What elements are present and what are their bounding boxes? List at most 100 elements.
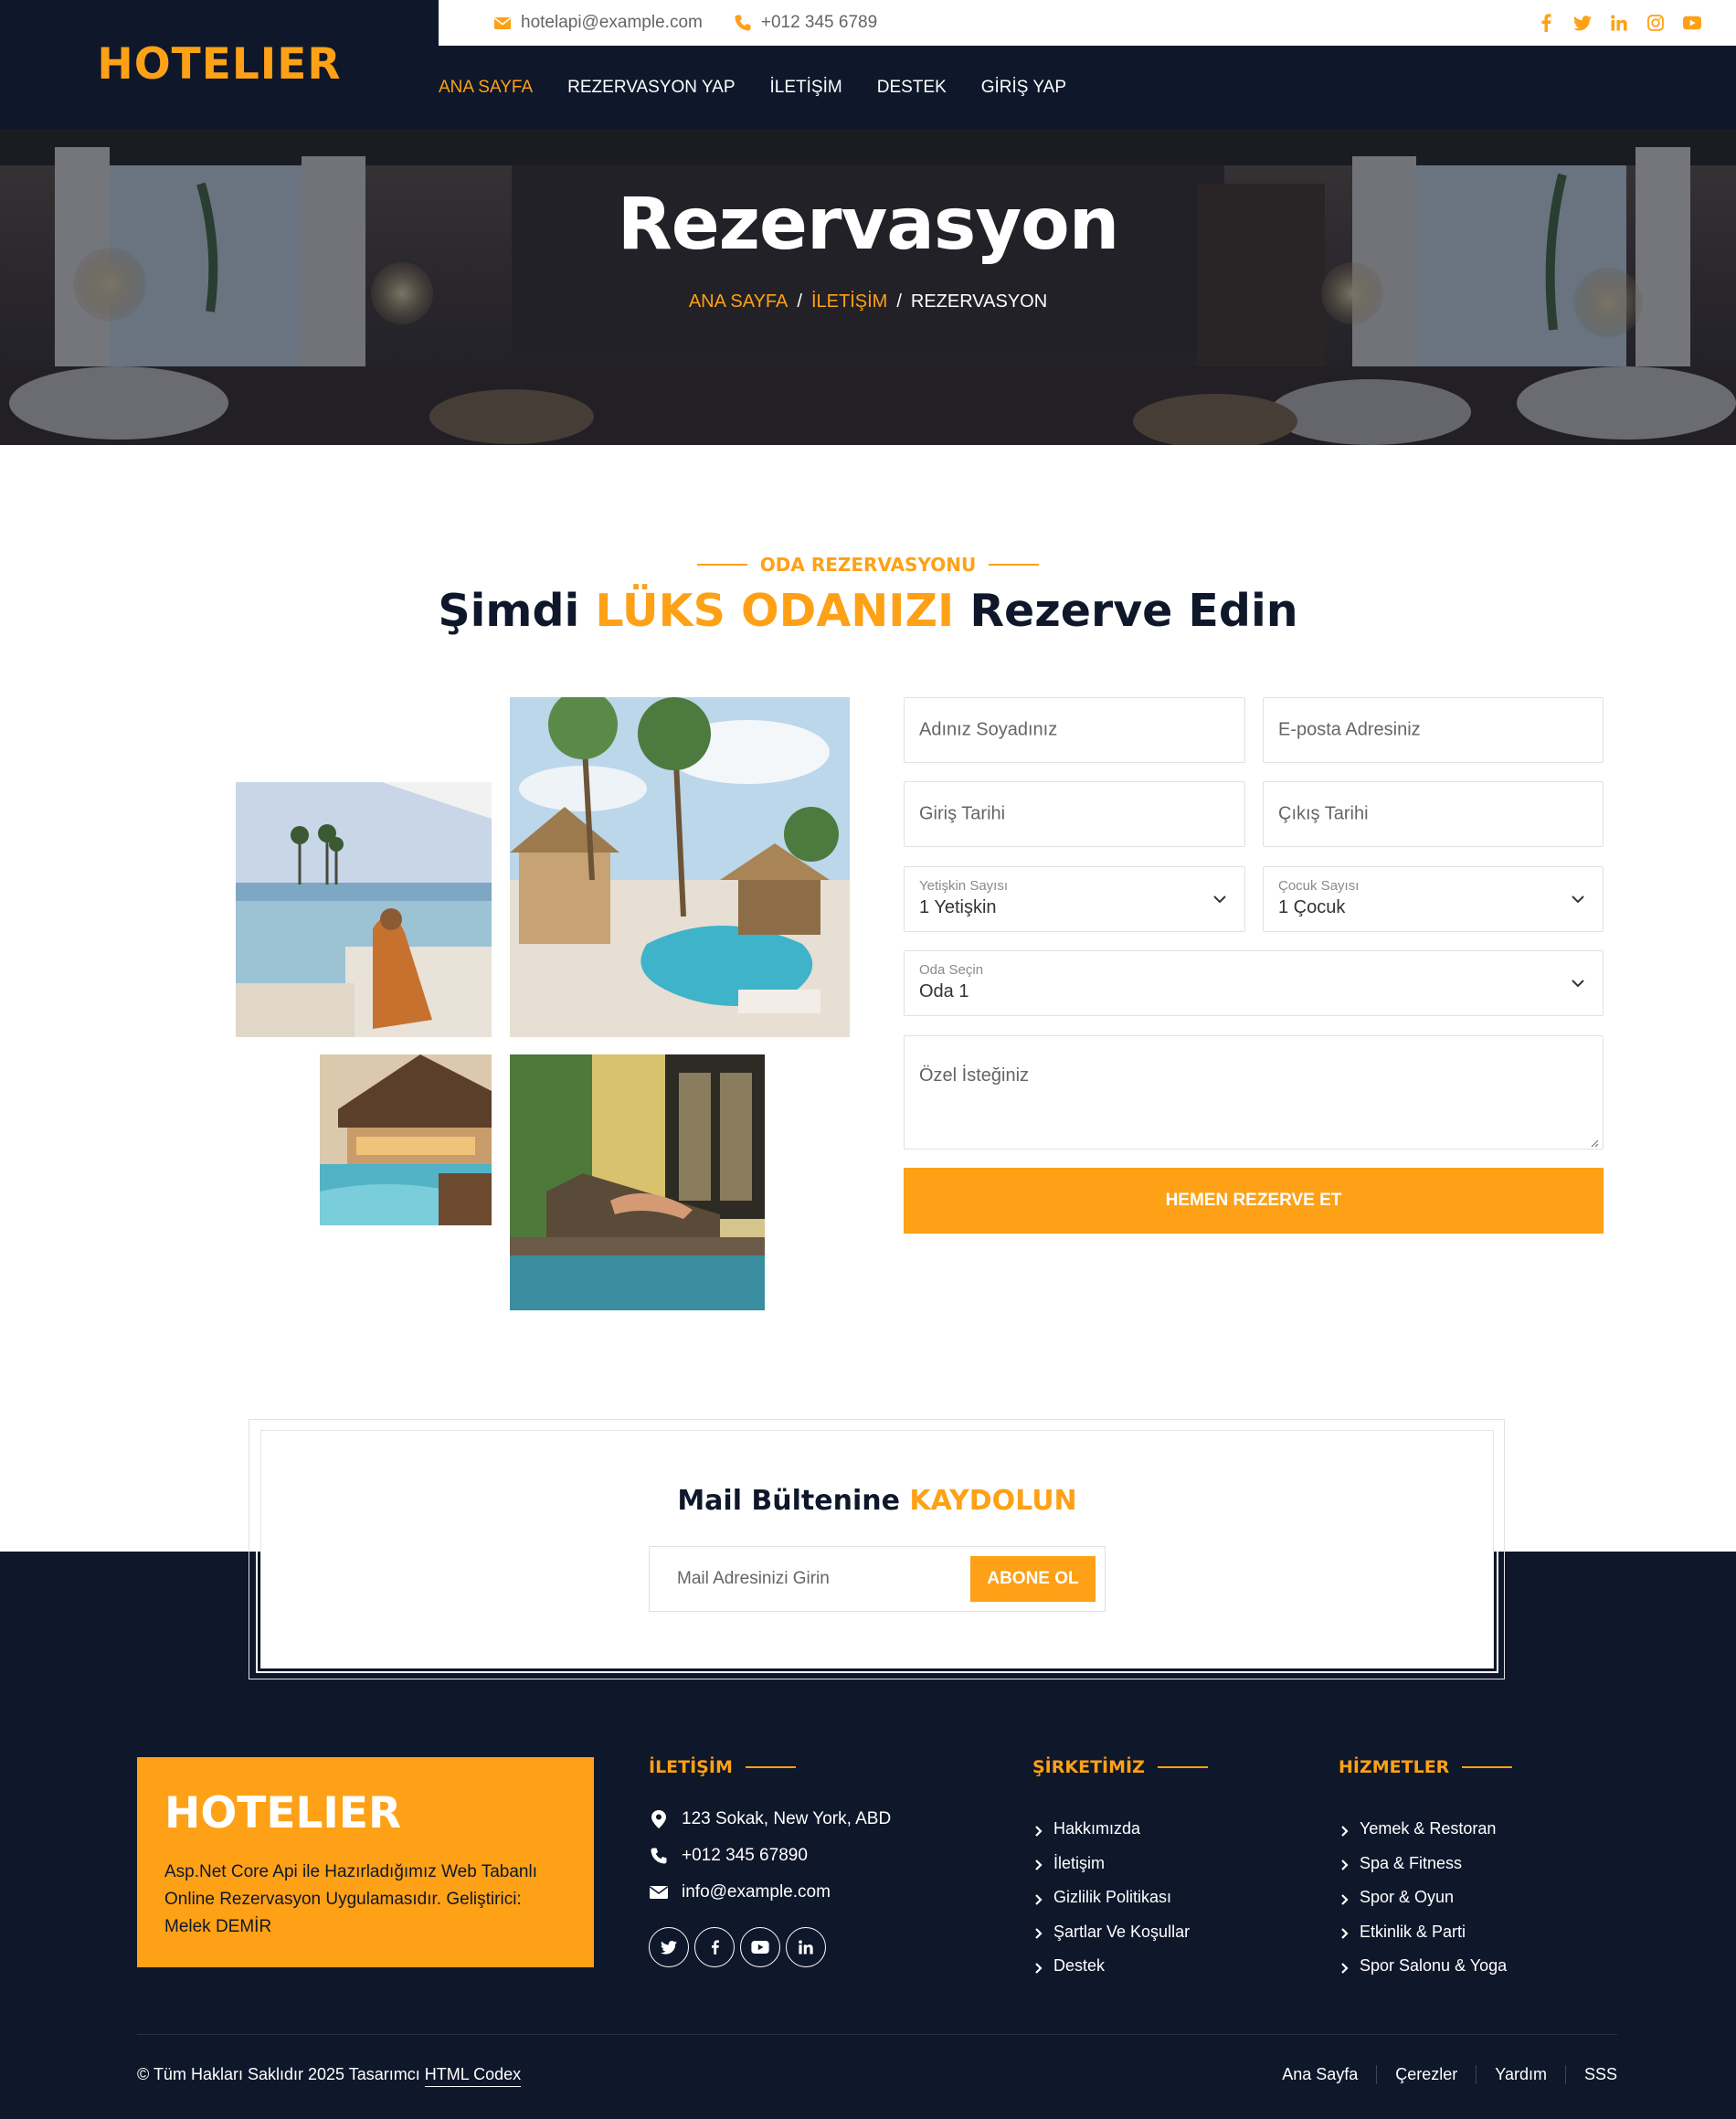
adults-label: Yetişkin Sayısı — [919, 878, 1008, 894]
children-label: Çocuk Sayısı — [1278, 878, 1360, 894]
newsletter-title-pre: Mail Bültenine — [677, 1485, 900, 1517]
section-title: Şimdi LÜKS ODANIZI Rezerve Edin — [0, 585, 1736, 637]
footer-link-label: Spor & Oyun — [1360, 1888, 1455, 1907]
nav-item-login[interactable]: GİRİŞ YAP — [981, 78, 1066, 98]
chevron-down-icon — [1570, 975, 1586, 991]
gallery-image-resort-pool — [510, 697, 850, 1037]
twitter-icon[interactable] — [1573, 14, 1592, 32]
checkin-date-field[interactable]: Giriş Tarihi — [904, 781, 1245, 847]
footer-link-sports[interactable]: Spor & Oyun — [1339, 1881, 1507, 1915]
newsletter-placeholder: Mail Adresinizi Girin — [677, 1569, 830, 1588]
site-logo[interactable]: HOTELIER — [97, 39, 341, 90]
topbar: hotelapi@example.com +012 345 6789 — [439, 0, 1736, 46]
nav-item-home[interactable]: ANA SAYFA — [439, 78, 533, 98]
children-select[interactable]: Çocuk Sayısı 1 Çocuk — [1263, 866, 1604, 932]
chevron-right-icon — [1032, 1891, 1045, 1905]
name-placeholder: Adınız Soyadınız — [919, 719, 1058, 740]
nav-item-reservation[interactable]: REZERVASYON YAP — [567, 78, 735, 98]
bottom-link-cookies[interactable]: Çerezler — [1376, 2065, 1476, 2084]
phone-icon — [649, 1846, 669, 1866]
envelope-icon — [493, 14, 512, 32]
newsletter-title-accent: KAYDOLUN — [909, 1485, 1077, 1517]
brand-block[interactable]: HOTELIER — [0, 0, 439, 129]
breadcrumb-current: REZERVASYON — [910, 291, 1048, 312]
breadcrumb-contact[interactable]: İLETİŞİM — [811, 291, 887, 312]
footer-divider — [137, 2034, 1617, 2035]
section-title-post: Rezerve Edin — [969, 585, 1298, 637]
footer-phone[interactable]: +012 345 67890 — [649, 1846, 808, 1866]
footer-link-privacy[interactable]: Gizlilik Politikası — [1032, 1881, 1190, 1915]
footer-link-contact[interactable]: İletişim — [1032, 1847, 1190, 1881]
youtube-icon[interactable] — [1683, 14, 1701, 32]
footer-link-label: Gizlilik Politikası — [1053, 1888, 1172, 1907]
footer-contact-heading: İLETİŞİM — [649, 1757, 796, 1777]
footer-link-restaurant[interactable]: Yemek & Restoran — [1339, 1812, 1507, 1847]
room-label: Oda Seçin — [919, 962, 984, 978]
gallery-image-sunbathing — [510, 1054, 765, 1310]
chevron-right-icon — [1339, 1857, 1351, 1871]
envelope-icon — [649, 1882, 669, 1902]
footer-link-terms[interactable]: Şartlar Ve Koşullar — [1032, 1915, 1190, 1950]
footer-services-links: Yemek & Restoran Spa & Fitness Spor & Oy… — [1339, 1812, 1507, 1984]
bottom-link-home[interactable]: Ana Sayfa — [1264, 2065, 1376, 2084]
footer-phone-text: +012 345 67890 — [682, 1846, 808, 1865]
chevron-right-icon — [1339, 1960, 1351, 1974]
page-header-hero: Rezervasyon ANA SAYFA / İLETİŞİM / REZERVASY… — [0, 129, 1736, 445]
topbar-phone[interactable]: +012 345 6789 — [734, 13, 877, 33]
chevron-right-icon — [1032, 1925, 1045, 1940]
room-value: Oda 1 — [919, 981, 969, 1001]
breadcrumb-home[interactable]: ANA SAYFA — [689, 291, 789, 312]
instagram-icon[interactable] — [1646, 14, 1665, 32]
copyright: © Tüm Hakları Saklıdır 2025 Tasarımcı HT… — [137, 2065, 522, 2087]
chevron-down-icon — [1212, 891, 1228, 907]
footer-link-support[interactable]: Destek — [1032, 1949, 1190, 1984]
footer-company-heading: ŞİRKETİMİZ — [1032, 1757, 1208, 1777]
phone-icon — [734, 14, 752, 32]
facebook-icon[interactable] — [1537, 14, 1555, 32]
chevron-right-icon — [1339, 1891, 1351, 1905]
footer-link-about[interactable]: Hakkımızda — [1032, 1812, 1190, 1847]
youtube-icon[interactable] — [740, 1927, 780, 1967]
page-title: Rezervasyon — [617, 184, 1120, 266]
footer-social — [649, 1927, 826, 1967]
book-now-button[interactable]: HEMEN REZERVE ET — [904, 1168, 1604, 1234]
adults-select[interactable]: Yetişkin Sayısı 1 Yetişkin — [904, 866, 1245, 932]
checkin-placeholder: Giriş Tarihi — [919, 803, 1006, 824]
resize-grip-icon[interactable] — [1590, 1136, 1599, 1148]
footer-link-events[interactable]: Etkinlik & Parti — [1339, 1915, 1507, 1950]
footer-email[interactable]: info@example.com — [649, 1882, 831, 1902]
linkedin-icon[interactable] — [786, 1927, 826, 1967]
footer-link-label: Hakkımızda — [1053, 1819, 1141, 1838]
section-title-accent: LÜKS ODANIZI — [595, 585, 955, 637]
name-field[interactable]: Adınız Soyadınız — [904, 697, 1245, 763]
footer-description: Asp.Net Core Api ile Hazırladığımız Web … — [164, 1862, 537, 1936]
chevron-right-icon — [1032, 1960, 1045, 1974]
topbar-phone-text: +012 345 6789 — [760, 13, 878, 32]
checkout-date-field[interactable]: Çıkış Tarihi — [1263, 781, 1604, 847]
footer-bottom-menu: Ana Sayfa Çerezler Yardım SSS — [1264, 2065, 1617, 2084]
footer-link-spa[interactable]: Spa & Fitness — [1339, 1847, 1507, 1881]
footer-link-gym[interactable]: Spor Salonu & Yoga — [1339, 1949, 1507, 1984]
twitter-icon[interactable] — [649, 1927, 689, 1967]
email-field[interactable]: E-posta Adresiniz — [1263, 697, 1604, 763]
linkedin-icon[interactable] — [1610, 14, 1628, 32]
map-marker-icon — [649, 1809, 669, 1829]
section-subtitle: ODA REZERVASYONU — [0, 554, 1736, 576]
nav-item-support[interactable]: DESTEK — [877, 78, 947, 98]
bottom-link-faq[interactable]: SSS — [1564, 2065, 1617, 2084]
bottom-link-help[interactable]: Yardım — [1476, 2065, 1565, 2084]
nav-item-contact[interactable]: İLETİŞİM — [770, 78, 842, 98]
footer-link-label: Spa & Fitness — [1360, 1853, 1463, 1872]
newsletter-email-input[interactable]: Mail Adresinizi Girin ABONE OL — [649, 1546, 1106, 1612]
topbar-email[interactable]: hotelapi@example.com — [493, 13, 703, 33]
adults-value: 1 Yetişkin — [919, 897, 997, 917]
copyright-link[interactable]: HTML Codex — [424, 2065, 522, 2087]
footer-logo[interactable]: HOTELIER — [164, 1788, 566, 1838]
special-request-textarea[interactable]: Özel İsteğiniz — [904, 1035, 1604, 1150]
footer-company-links: Hakkımızda İletişim Gizlilik Politikası … — [1032, 1812, 1190, 1984]
main-navbar: ANA SAYFA REZERVASYON YAP İLETİŞİM DESTE… — [439, 46, 1736, 129]
subscribe-button[interactable]: ABONE OL — [970, 1556, 1096, 1602]
gallery-image-pool-lady — [236, 782, 492, 1037]
facebook-icon[interactable] — [694, 1927, 735, 1967]
room-select[interactable]: Oda Seçin Oda 1 — [904, 950, 1604, 1016]
